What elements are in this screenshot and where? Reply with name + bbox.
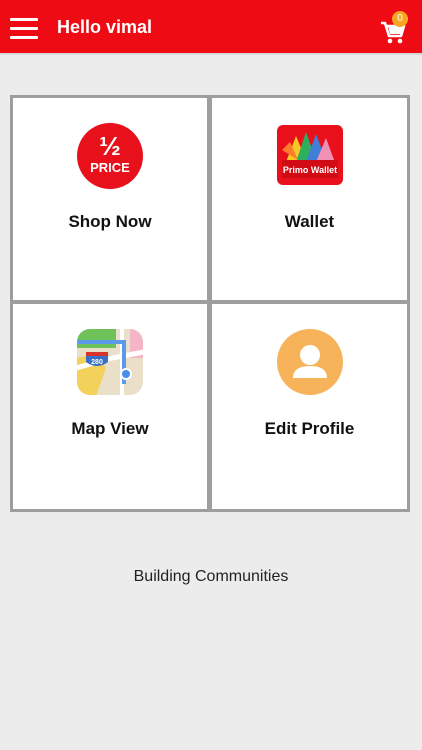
hamburger-icon-line bbox=[10, 18, 38, 21]
map-highway-number: 280 bbox=[91, 359, 103, 366]
half-price-icon: ½ PRICE bbox=[77, 123, 143, 189]
shop-now-label: Shop Now bbox=[68, 212, 152, 231]
edit-profile-tile[interactable]: Edit Profile bbox=[212, 304, 407, 509]
half-price-text: PRICE bbox=[90, 160, 130, 175]
half-price-fraction: ½ bbox=[99, 131, 121, 161]
map-icon: 280 bbox=[77, 329, 143, 395]
map-view-label: Map View bbox=[71, 419, 149, 438]
menu-grid: ½ PRICE Shop Now Primo Wallet Wallet 280… bbox=[10, 95, 410, 512]
menu-button[interactable] bbox=[10, 16, 38, 40]
app-header: Hello vimal 0 bbox=[0, 0, 422, 55]
edit-profile-label: Edit Profile bbox=[264, 419, 355, 438]
hamburger-icon-line bbox=[10, 36, 38, 39]
map-view-tile[interactable]: 280 Map View bbox=[13, 304, 207, 509]
wallet-tile[interactable]: Primo Wallet Wallet bbox=[212, 98, 407, 300]
shop-now-tile[interactable]: ½ PRICE Shop Now bbox=[13, 98, 207, 300]
tagline-text: Building Communities bbox=[133, 568, 289, 585]
wallet-label: Wallet bbox=[284, 212, 335, 231]
primo-wallet-text: Primo Wallet bbox=[282, 165, 336, 175]
profile-avatar-icon bbox=[276, 329, 343, 395]
cart-count-badge: 0 bbox=[392, 11, 408, 27]
primo-wallet-icon: Primo Wallet bbox=[276, 125, 343, 185]
greeting-title: Hello vimal bbox=[57, 17, 153, 37]
hamburger-icon-line bbox=[10, 27, 38, 30]
